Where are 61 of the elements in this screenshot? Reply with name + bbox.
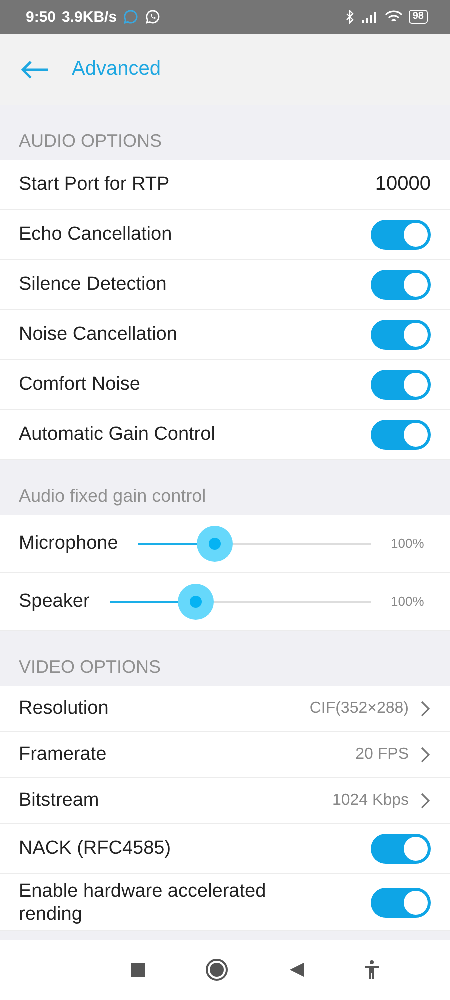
phone-bubble-icon <box>145 9 162 25</box>
settings-row[interactable]: Framerate 20 FPS <box>0 732 450 778</box>
chevron-right-icon <box>419 700 431 718</box>
setting-value: 20 FPS <box>356 746 409 764</box>
setting-label: Echo Cancellation <box>19 223 172 246</box>
setting-label: Start Port for RTP <box>19 173 170 196</box>
toggle-switch[interactable] <box>371 420 431 450</box>
page-title: Advanced <box>72 58 161 81</box>
settings-row[interactable]: Noise Cancellation <box>0 310 450 360</box>
settings-row[interactable]: Bitstream 1024 Kbps <box>0 778 450 824</box>
setting-value: 1024 Kbps <box>332 792 409 810</box>
recent-apps-icon[interactable] <box>130 962 146 978</box>
section-header: AUDIO OPTIONS <box>18 130 164 153</box>
toggle-switch[interactable] <box>371 270 431 300</box>
settings-row[interactable]: Resolution CIF(352×288) <box>0 686 450 732</box>
setting-label: Automatic Gain Control <box>19 423 216 446</box>
slider-reading: 100% <box>391 594 426 609</box>
setting-label: Microphone <box>19 532 118 555</box>
toggle-switch[interactable] <box>371 834 431 864</box>
status-time: 9:50 <box>26 8 56 26</box>
chevron-right-icon <box>419 792 431 810</box>
settings-row[interactable]: Silence Detection <box>0 260 450 310</box>
setting-value: 10000 <box>375 173 431 196</box>
home-icon[interactable] <box>205 958 230 982</box>
setting-label: Enable hardware accelerated rending <box>19 880 268 926</box>
network-speed: 3.9KB/s <box>62 8 118 26</box>
toggle-switch[interactable] <box>371 320 431 350</box>
setting-label: Silence Detection <box>19 273 167 296</box>
chevron-right-icon <box>419 746 431 764</box>
battery-indicator: 98 <box>408 10 428 24</box>
chat-bubble-icon <box>123 9 140 25</box>
settings-row[interactable]: Start Port for RTP 10000 <box>0 160 450 210</box>
signal-icon <box>360 11 379 23</box>
setting-value: CIF(352×288) <box>310 700 409 718</box>
section-header: Audio fixed gain control <box>18 485 208 508</box>
slider-thumb[interactable] <box>197 526 234 562</box>
setting-label: Noise Cancellation <box>19 323 178 346</box>
toggle-switch[interactable] <box>371 370 431 400</box>
back-arrow-icon[interactable] <box>20 60 50 80</box>
settings-row[interactable]: Automatic Gain Control <box>0 410 450 460</box>
settings-row[interactable]: NACK (RFC4585) <box>0 824 450 874</box>
settings-row[interactable]: Enable hardware accelerated rending <box>0 874 450 931</box>
setting-label: NACK (RFC4585) <box>19 837 172 860</box>
bluetooth-icon <box>344 10 355 24</box>
accessibility-icon[interactable] <box>364 960 380 980</box>
setting-label: Speaker <box>19 590 90 613</box>
setting-label: Comfort Noise <box>19 373 140 396</box>
slider-reading: 100% <box>391 536 426 551</box>
toggle-switch[interactable] <box>371 220 431 250</box>
settings-row[interactable]: Comfort Noise <box>0 360 450 410</box>
settings-row[interactable]: Microphone 100% <box>0 515 450 573</box>
back-icon[interactable] <box>288 962 305 978</box>
toggle-switch[interactable] <box>371 888 431 918</box>
setting-label: Resolution <box>19 697 109 720</box>
setting-label: Framerate <box>19 743 107 766</box>
setting-label: Bitstream <box>19 789 100 812</box>
section-header: VIDEO OPTIONS <box>18 656 162 679</box>
slider-thumb[interactable] <box>178 584 214 620</box>
settings-row[interactable]: Echo Cancellation <box>0 210 450 260</box>
settings-row[interactable]: Speaker 100% <box>0 573 450 631</box>
wifi-icon <box>384 10 403 24</box>
